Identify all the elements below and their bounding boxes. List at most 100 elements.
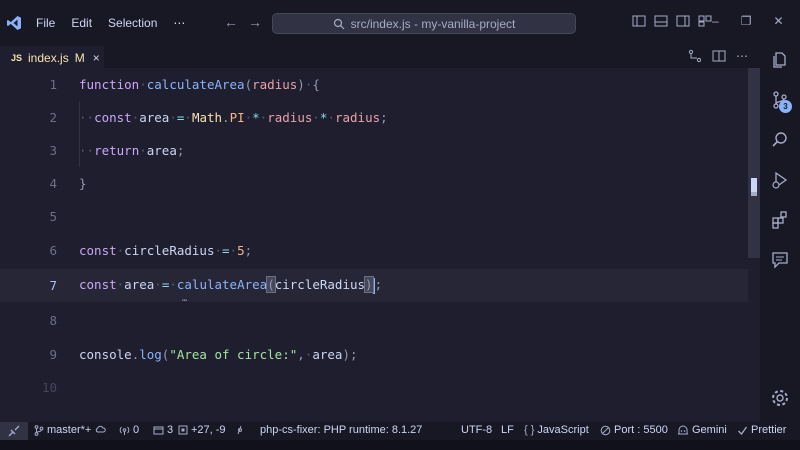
chat-icon[interactable] (770, 250, 790, 270)
scrollbar-thumb[interactable] (751, 178, 757, 192)
code-text: const·circleRadius·=·5; (79, 243, 253, 258)
code-line[interactable]: 5 (0, 200, 748, 233)
command-center-search[interactable]: src/index.js - my-vanilla-project (272, 13, 576, 34)
search-icon[interactable] (770, 130, 790, 150)
problems-count: 3 (167, 424, 174, 436)
customize-layout-icon[interactable] (698, 14, 712, 28)
code-line[interactable]: 2 ··const·area·=·Math.PI·*·radius·*·radi… (0, 101, 748, 134)
gemini-text: Gemini (692, 424, 727, 436)
scrollbar-marker (751, 192, 757, 196)
line-number: 5 (49, 209, 57, 224)
encoding-text: UTF-8 (461, 424, 493, 436)
diff-icon (178, 425, 188, 435)
encoding-status[interactable]: UTF-8 (461, 424, 492, 436)
tab-filename: index.js (28, 50, 69, 65)
open-changes-icon[interactable] (688, 49, 702, 63)
remote-icon (8, 425, 20, 437)
php-cs-fixer-status[interactable]: php-cs-fixer: PHP runtime: 8.1.27 (260, 424, 422, 436)
sync-status[interactable] (95, 424, 106, 435)
line-number: 6 (49, 243, 57, 258)
code-text: ··return·area; (79, 143, 185, 158)
extensions-icon[interactable] (770, 210, 790, 230)
code-text: ··const·area·=·Math.PI·*·radius·*·radius… (79, 110, 388, 125)
code-line[interactable]: 8 (0, 304, 748, 337)
menu-selection[interactable]: Selection (108, 16, 157, 30)
code-editor[interactable]: 1 function·calculateArea(radius)·{ 2 ··c… (0, 68, 760, 422)
ports-forwarded-status[interactable]: 0 (119, 424, 139, 436)
code-line[interactable]: 6 const·circleRadius·=·5; (0, 234, 748, 267)
no-entry-icon (600, 425, 611, 435)
line-number: 3 (49, 143, 57, 158)
problems-status[interactable]: 3 (153, 424, 173, 436)
tab-close-icon[interactable]: × (93, 51, 100, 65)
code-line[interactable]: 10 (0, 371, 748, 404)
git-branch-icon (34, 424, 44, 436)
prettier-text: Prettier (751, 424, 787, 436)
files-icon (153, 426, 164, 434)
toggle-secondary-sidebar-icon[interactable] (676, 14, 690, 28)
code-text: } (79, 176, 87, 191)
menu-file[interactable]: File (36, 16, 55, 30)
title-bar: File Edit Selection ⋯ ← → src/index.js -… (0, 0, 800, 46)
braces-icon: { } (524, 424, 535, 436)
more-actions-icon[interactable]: ⋯ (736, 49, 748, 63)
toggle-panel-icon[interactable] (654, 14, 668, 28)
search-icon (333, 18, 345, 29)
menu-bar: File Edit Selection ⋯ (36, 16, 201, 30)
language-mode-status[interactable]: { } JavaScript (524, 424, 589, 436)
close-window-icon[interactable]: ✕ (773, 14, 783, 28)
line-number: 8 (49, 313, 57, 328)
line-number: 7 (49, 278, 57, 293)
eol-status[interactable]: LF (501, 424, 514, 436)
code-text: console.log("Area of circle:",·area); (79, 347, 358, 362)
menu-more[interactable]: ⋯ (173, 16, 185, 30)
settings-gear-icon[interactable] (770, 388, 790, 408)
code-line[interactable]: 4 } (0, 167, 748, 200)
git-branch-status[interactable]: master*+ (34, 424, 91, 436)
layout-controls (632, 14, 712, 28)
line-number: 1 (49, 77, 57, 92)
code-text: const·area·=·calulateArea(circleRadius); (79, 276, 383, 294)
tab-index-js[interactable]: JS index.js M × (0, 46, 104, 68)
toggle-primary-sidebar-icon[interactable] (632, 14, 646, 28)
line-number: 9 (49, 347, 57, 362)
gemini-icon (678, 425, 688, 434)
php-runtime-text: php-cs-fixer: PHP runtime: 8.1.27 (260, 424, 423, 436)
split-editor-icon[interactable] (712, 49, 726, 63)
tab-bar: JS index.js M × (0, 46, 760, 68)
branch-name: master*+ (47, 424, 92, 436)
code-line-active[interactable]: 7 const·area·=·calulateArea(circleRadius… (0, 269, 748, 302)
line-number: 2 (49, 110, 57, 125)
status-bar: master*+ 0 3 +27, -9 php-cs-fixer: PHP r… (0, 422, 800, 440)
restore-icon[interactable]: ❐ (741, 14, 752, 28)
vscode-logo-icon[interactable] (6, 15, 22, 31)
back-arrow-icon[interactable]: ← (224, 14, 238, 30)
git-changes-status[interactable]: +27, -9 (178, 424, 245, 436)
gemini-status[interactable]: Gemini (677, 424, 727, 436)
broadcast-icon (119, 426, 130, 435)
ports-count: 0 (133, 424, 140, 436)
language-text: JavaScript (537, 424, 589, 436)
nav-arrows: ← → (224, 14, 262, 30)
git-changes-count: +27, -9 (191, 424, 226, 436)
line-number: 10 (41, 380, 57, 395)
run-debug-icon[interactable] (770, 170, 790, 190)
line-number: 4 (49, 176, 57, 191)
inline-hint[interactable]: ⋯ (182, 296, 187, 306)
explorer-icon[interactable] (770, 50, 790, 70)
live-server-status[interactable]: Port : 5500 (600, 424, 668, 436)
code-text: function·calculateArea(radius)·{ (79, 77, 320, 92)
port-text: Port : 5500 (614, 424, 668, 436)
menu-edit[interactable]: Edit (71, 16, 92, 30)
code-line[interactable]: 3 ··return·area; (0, 134, 748, 167)
editor-actions: ⋯ (688, 49, 748, 63)
forward-arrow-icon[interactable]: → (248, 14, 262, 30)
minimize-icon[interactable]: – (712, 14, 719, 28)
eol-text: LF (501, 424, 514, 436)
code-line[interactable]: 9 console.log("Area of circle:",·area); (0, 338, 748, 371)
code-line[interactable]: 1 function·calculateArea(radius)·{ (0, 68, 748, 101)
remote-indicator[interactable] (0, 422, 28, 440)
prettier-status[interactable]: Prettier (737, 424, 786, 436)
vertical-scrollbar[interactable] (748, 68, 760, 258)
git-commit-icon (237, 425, 242, 435)
